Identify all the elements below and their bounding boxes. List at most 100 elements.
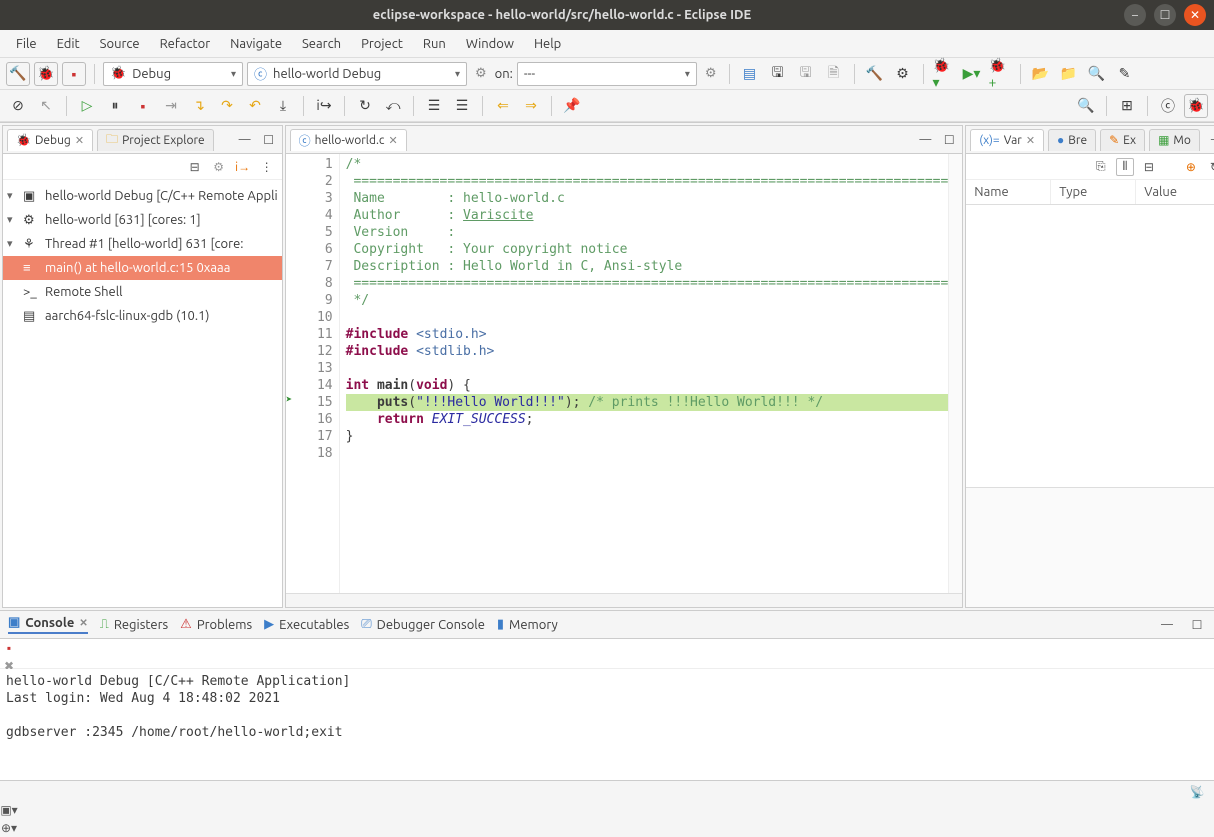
view-menu-icon[interactable]: ⋮ <box>258 158 276 176</box>
code-line[interactable]: ========================================… <box>346 173 949 190</box>
open-perspective-button[interactable]: ⊞ <box>1115 94 1139 118</box>
editor-text[interactable]: /* =====================================… <box>340 154 949 593</box>
col-name[interactable]: Name <box>966 180 1051 204</box>
coverage-button[interactable]: 🐞+ <box>988 62 1012 86</box>
tree-node[interactable]: ▾⚘Thread #1 [hello-world] 631 [core: <box>3 232 282 256</box>
resume-button[interactable]: ▷ <box>75 94 99 118</box>
code-line[interactable]: /* <box>346 156 949 173</box>
shift-right-button[interactable]: ☰ <box>450 94 474 118</box>
new-button[interactable]: ▤ <box>738 62 762 86</box>
editor-tab[interactable]: ⓒ hello-world.c ✕ <box>290 129 407 151</box>
line-number[interactable]: 15 <box>300 394 333 411</box>
tab-expressions[interactable]: ✎ Ex <box>1100 129 1145 151</box>
debug-prefs-icon[interactable]: ⚙ <box>210 158 228 176</box>
tab-executables[interactable]: ▶ Executables <box>264 617 349 632</box>
pin-button[interactable]: 📌 <box>560 94 584 118</box>
run-button[interactable]: ▶▾ <box>960 62 984 86</box>
tab-variables[interactable]: (x)= Var ✕ <box>970 129 1044 151</box>
debug-button[interactable]: 🐞▾ <box>932 62 956 86</box>
line-number[interactable]: 1 <box>300 156 333 173</box>
shift-left-button[interactable]: ☰ <box>422 94 446 118</box>
gutter-marker[interactable] <box>286 409 300 426</box>
link-button[interactable]: 📁 <box>1057 62 1081 86</box>
collapse-all-icon[interactable]: ⊟ <box>1140 158 1158 176</box>
search-button[interactable]: 🔍 <box>1085 62 1109 86</box>
close-icon[interactable]: ✕ <box>79 617 87 629</box>
tab-project-explorer[interactable]: 🗀 Project Explore <box>97 129 214 151</box>
menu-window[interactable]: Window <box>456 33 524 55</box>
stop-button[interactable]: ▪ <box>62 62 86 86</box>
open-console-button[interactable]: ⊕▾ <box>0 819 18 837</box>
restart-button[interactable]: ↻ <box>353 94 377 118</box>
gutter-marker[interactable] <box>286 307 300 324</box>
maximize-view-icon[interactable]: ☐ <box>260 131 278 149</box>
tab-modules[interactable]: ▦ Mo <box>1149 129 1200 151</box>
terminate-console-button[interactable]: ▪ <box>0 639 18 657</box>
tab-breakpoints[interactable]: ● Bre <box>1048 129 1096 151</box>
line-number[interactable]: 7 <box>300 258 333 275</box>
line-number[interactable]: 2 <box>300 173 333 190</box>
menu-run[interactable]: Run <box>413 33 456 55</box>
vars-body[interactable] <box>966 205 1214 487</box>
menu-edit[interactable]: Edit <box>47 33 90 55</box>
tab-debugger-console[interactable]: ⎚ Debugger Console <box>361 617 485 632</box>
line-number[interactable]: 17 <box>300 428 333 445</box>
tree-node[interactable]: >_Remote Shell <box>3 280 282 304</box>
instr-step-button[interactable]: i↪ <box>312 94 336 118</box>
gutter-marker[interactable] <box>286 426 300 443</box>
menu-file[interactable]: File <box>6 33 47 55</box>
target-combo[interactable]: --- ▾ <box>517 62 697 86</box>
target-gear-icon[interactable]: ⚙ <box>701 66 721 81</box>
line-number[interactable]: 11 <box>300 326 333 343</box>
build-button[interactable]: 🔨 <box>6 62 30 86</box>
line-number[interactable]: 18 <box>300 445 333 462</box>
col-value[interactable]: Value <box>1136 180 1214 204</box>
tab-memory[interactable]: ▮ Memory <box>497 617 558 632</box>
gutter-marker[interactable] <box>286 154 300 171</box>
code-line[interactable]: #include <stdlib.h> <box>346 343 949 360</box>
print-button[interactable]: 🗎 <box>822 62 846 86</box>
save-button[interactable]: 🖫 <box>766 62 790 86</box>
code-line[interactable]: #include <stdio.h> <box>346 326 949 343</box>
gutter-marker[interactable] <box>286 256 300 273</box>
build-all-button[interactable]: 🔨 <box>863 62 887 86</box>
step-over-button[interactable]: ↷ <box>215 94 239 118</box>
show-logical-icon[interactable]: ⫴ <box>1116 158 1134 176</box>
gutter-marker[interactable] <box>286 324 300 341</box>
open-folder-button[interactable]: 📂 <box>1029 62 1053 86</box>
vars-detail-pane[interactable] <box>966 487 1214 607</box>
code-line[interactable]: Version : <box>346 224 949 241</box>
menu-search[interactable]: Search <box>292 33 351 55</box>
debug-perspective-button[interactable]: 🐞 <box>1184 94 1208 118</box>
select-button[interactable]: ↖ <box>34 94 58 118</box>
quick-access-button[interactable]: 🔍 <box>1074 94 1098 118</box>
code-line[interactable]: ========================================… <box>346 275 949 292</box>
twisty-icon[interactable]: ▾ <box>7 210 19 230</box>
code-line[interactable]: puts("!!!Hello World!!!"); /* prints !!!… <box>346 394 949 411</box>
nav-back-button[interactable]: ⇐ <box>491 94 515 118</box>
gutter-marker[interactable]: ➤ <box>286 392 300 409</box>
code-line[interactable]: } <box>346 428 949 445</box>
launch-config-gear-icon[interactable]: ⚙ <box>471 66 491 81</box>
refresh-icon[interactable]: ↻ <box>1206 158 1214 176</box>
gutter-marker[interactable] <box>286 290 300 307</box>
menu-project[interactable]: Project <box>351 33 413 55</box>
step-return-button[interactable]: ↶ <box>243 94 267 118</box>
layout-icon[interactable]: ⊟ <box>186 158 204 176</box>
minimize-button[interactable]: – <box>1124 4 1146 26</box>
col-type[interactable]: Type <box>1051 180 1136 204</box>
drop-to-frame-button[interactable]: ⤓ <box>271 94 295 118</box>
suspend-button[interactable]: ⏸ <box>103 94 127 118</box>
code-line[interactable]: Description : Hello World in C, Ansi-sty… <box>346 258 949 275</box>
gutter-marker[interactable] <box>286 273 300 290</box>
close-icon[interactable]: ✕ <box>1026 134 1035 147</box>
maximize-view-icon[interactable]: ☐ <box>940 131 958 149</box>
line-number[interactable]: 6 <box>300 241 333 258</box>
c-perspective-button[interactable]: ⓒ <box>1156 94 1180 118</box>
close-button[interactable]: ✕ <box>1184 4 1206 26</box>
step-into-button[interactable]: ↴ <box>187 94 211 118</box>
horizontal-scrollbar[interactable] <box>286 593 963 607</box>
tab-registers[interactable]: ⎍ Registers <box>100 617 168 632</box>
tree-node[interactable]: ▤aarch64-fslc-linux-gdb (10.1) <box>3 304 282 328</box>
code-line[interactable]: Author : Variscite <box>346 207 949 224</box>
